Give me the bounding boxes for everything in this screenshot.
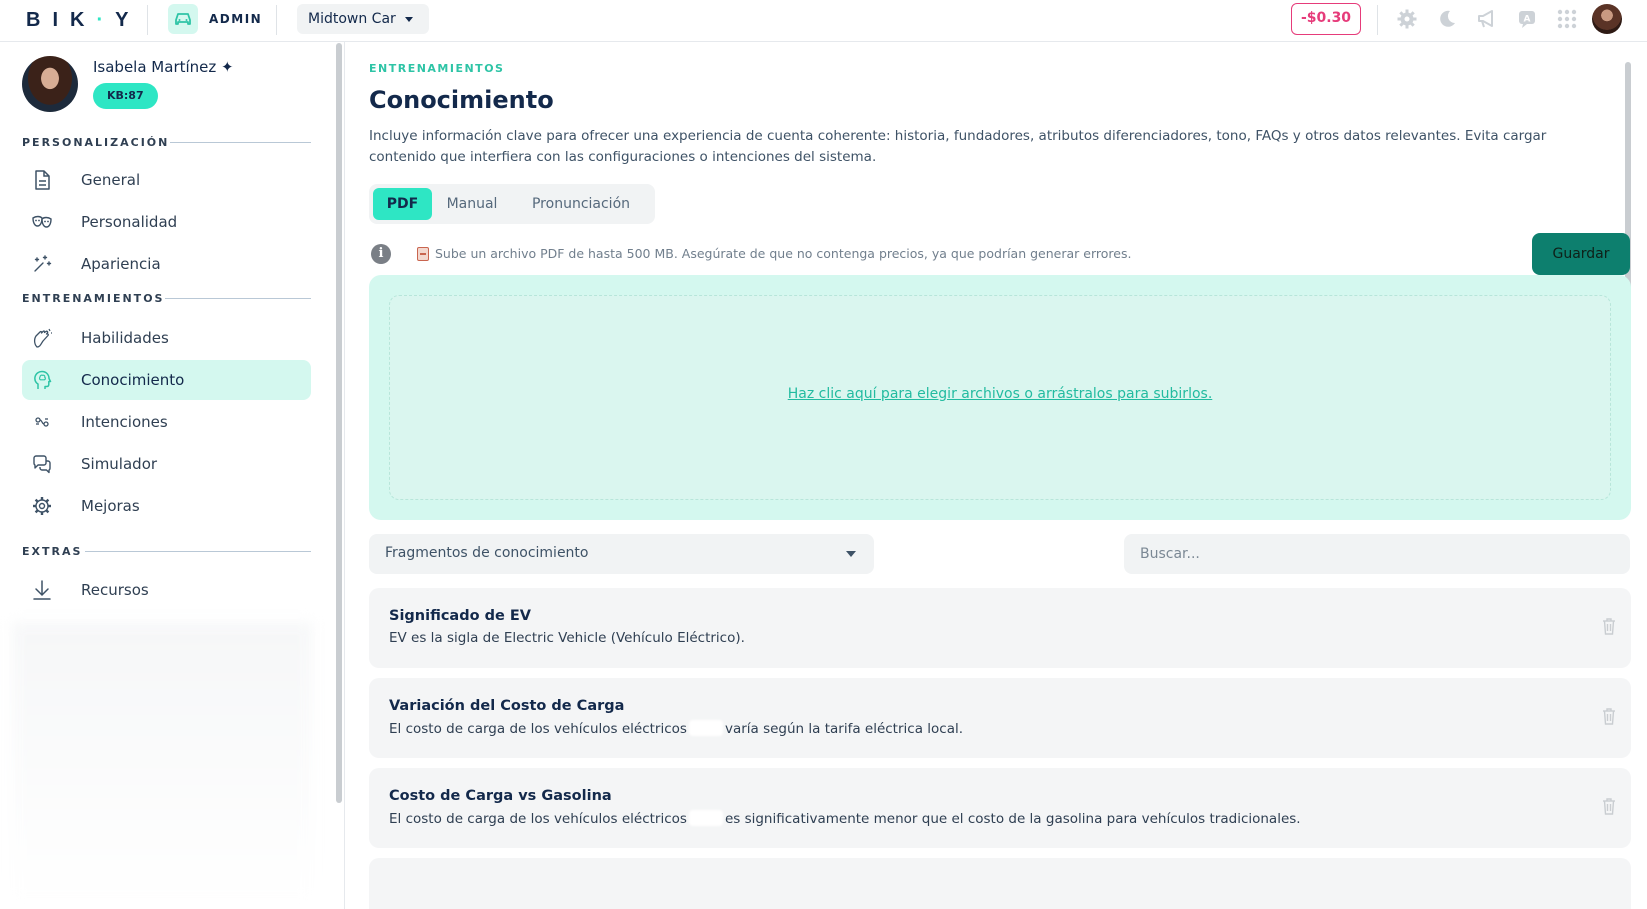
gear-icon (33, 497, 51, 515)
user-avatar[interactable] (1592, 4, 1622, 34)
knowledge-card[interactable] (369, 858, 1631, 909)
sidebar-item-label: Conocimiento (81, 371, 185, 389)
section-divider (85, 551, 311, 552)
masks-icon (32, 215, 52, 228)
sidebar-item-intenciones[interactable]: Intenciones (22, 402, 311, 442)
chat-icon[interactable]: A (1516, 8, 1538, 30)
knowledge-card[interactable]: Variación del Costo de Carga El costo de… (369, 678, 1631, 758)
pdf-file-icon (417, 247, 429, 261)
sidebar-item-apariencia[interactable]: Apariencia (22, 244, 311, 284)
sidebar-item-label: Mejoras (81, 497, 140, 515)
chat-bubbles-icon (33, 455, 51, 474)
save-button[interactable]: Guardar (1532, 233, 1630, 275)
sidebar-item-general[interactable]: General (22, 160, 311, 200)
sidebar-item-label: Recursos (81, 581, 149, 599)
sparkle-icon (34, 255, 52, 272)
sidebar-item-label: Personalidad (81, 213, 178, 231)
admin-label[interactable]: ADMIN (209, 12, 262, 26)
divider (147, 5, 148, 35)
sidebar-item-habilidades[interactable]: Habilidades (22, 318, 311, 358)
document-icon (35, 170, 50, 190)
dropzone-area[interactable]: Haz clic aquí para elegir archivos o arr… (389, 295, 1611, 500)
knowledge-card[interactable]: Significado de EV EV es la sigla de Elec… (369, 588, 1631, 668)
redacted-mask (688, 720, 723, 736)
trash-icon[interactable] (1602, 797, 1616, 815)
page-title: Conocimiento (369, 86, 554, 114)
section-header-extras: EXTRAS (22, 545, 83, 558)
intent-icon (35, 417, 49, 427)
main-content: ENTRENAMIENTOS Conocimiento Incluye info… (345, 42, 1647, 909)
profile-avatar[interactable] (22, 56, 78, 112)
sidebar-item-label: Intenciones (81, 413, 168, 431)
card-text: EV es la sigla de Electric Vehicle (Vehí… (389, 630, 745, 646)
tab-pronunciacion[interactable]: Pronunciación (515, 188, 647, 220)
apps-grid-icon[interactable] (1556, 8, 1578, 30)
company-select[interactable]: Midtown Car (297, 4, 429, 34)
biky-logo[interactable]: BIK· Y (26, 9, 140, 32)
megaphone-icon[interactable] (1476, 8, 1498, 30)
search-input[interactable] (1124, 534, 1630, 574)
section-divider (170, 142, 311, 143)
fragments-select-value: Fragmentos de conocimiento (385, 545, 589, 561)
fragments-select[interactable]: Fragmentos de conocimiento (369, 534, 874, 574)
head-icon (34, 370, 52, 389)
sidebar-item-personalidad[interactable]: Personalidad (22, 202, 311, 242)
upload-hint: Sube un archivo PDF de hasta 500 MB. Ase… (435, 246, 1132, 261)
chevron-down-icon (846, 551, 856, 557)
divider (1377, 5, 1378, 35)
divider (276, 5, 277, 35)
card-text: El costo de carga de los vehículos eléct… (389, 810, 1301, 827)
sidebar: Isabela Martínez ✦ KB:87 PERSONALIZACIÓN… (0, 42, 345, 909)
sidebar-item-mejoras[interactable]: Mejoras (22, 486, 311, 526)
car-icon[interactable] (168, 4, 198, 34)
sidebar-scrollbar[interactable] (336, 43, 342, 803)
tab-pdf[interactable]: PDF (373, 188, 432, 220)
svg-text:A: A (1524, 15, 1531, 25)
sidebar-item-label: Simulador (81, 455, 158, 473)
sidebar-item-simulador[interactable]: Simulador (22, 444, 311, 484)
tab-bar: PDF Manual Pronunciación (369, 184, 655, 224)
company-name: Midtown Car (308, 11, 396, 27)
balance-badge[interactable]: -$0.30 (1291, 3, 1361, 35)
sidebar-item-label: Habilidades (81, 329, 169, 347)
knowledge-card[interactable]: Costo de Carga vs Gasolina El costo de c… (369, 768, 1631, 848)
upload-link[interactable]: Haz clic aquí para elegir archivos o arr… (390, 386, 1610, 402)
download-icon (33, 580, 51, 600)
sidebar-item-label: Apariencia (81, 255, 161, 273)
profile-name: Isabela Martínez ✦ (93, 58, 234, 76)
chevron-down-icon (405, 17, 413, 22)
sidebar-item-label: General (81, 171, 141, 189)
trash-icon[interactable] (1602, 707, 1616, 725)
page-description: Incluye información clave para ofrecer u… (369, 128, 1547, 165)
top-bar: BIK· Y ADMIN Midtown Car -$0.30 A (0, 0, 1647, 42)
trash-icon[interactable] (1602, 617, 1616, 635)
clap-icon (33, 328, 52, 348)
moon-icon[interactable] (1436, 8, 1458, 30)
redacted-mask (688, 810, 723, 826)
card-title: Variación del Costo de Carga (389, 698, 625, 714)
file-dropzone[interactable]: Haz clic aquí para elegir archivos o arr… (369, 275, 1631, 520)
card-title: Costo de Carga vs Gasolina (389, 788, 612, 804)
breadcrumb: ENTRENAMIENTOS (369, 62, 505, 75)
card-title: Significado de EV (389, 608, 531, 624)
section-header-entrenamientos: ENTRENAMIENTOS (22, 292, 165, 305)
blurred-content (12, 622, 312, 902)
info-icon[interactable]: i (371, 244, 391, 264)
gear-icon[interactable] (1396, 8, 1418, 30)
kb-badge: KB:87 (93, 83, 158, 109)
section-divider (165, 298, 311, 299)
tab-manual[interactable]: Manual (437, 188, 507, 220)
sidebar-item-recursos[interactable]: Recursos (22, 570, 311, 610)
section-header-personalizacion: PERSONALIZACIÓN (22, 136, 170, 149)
sidebar-item-conocimiento[interactable]: Conocimiento (22, 360, 311, 400)
card-text: El costo de carga de los vehículos eléct… (389, 720, 964, 737)
